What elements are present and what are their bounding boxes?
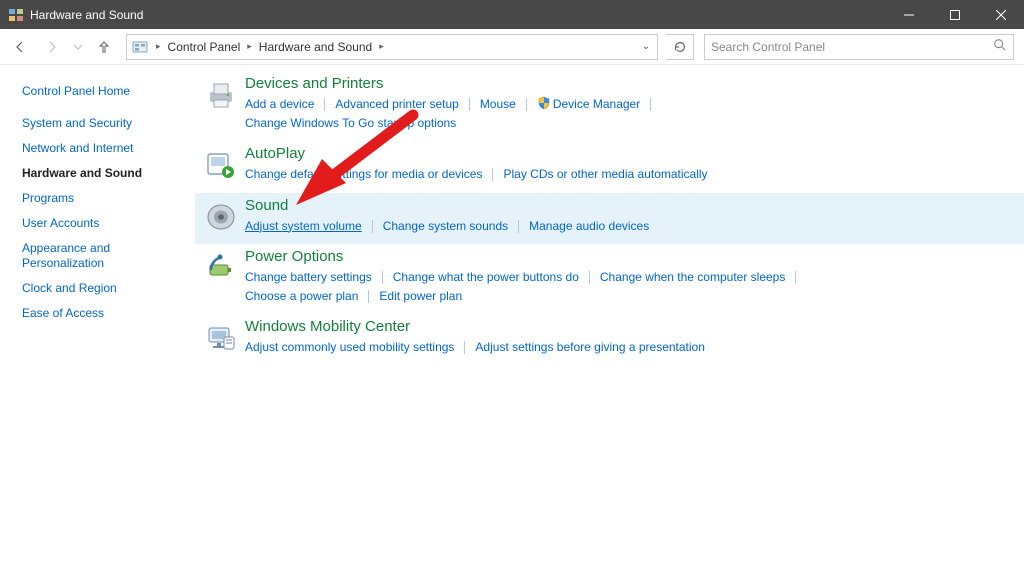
up-button[interactable]	[90, 33, 118, 61]
task-separator	[324, 98, 325, 111]
navbar: ▸ Control Panel ▸ Hardware and Sound ▸ ⌄	[0, 29, 1024, 65]
category-row: Devices and Printers Add a device Advanced…	[195, 71, 1024, 141]
refresh-button[interactable]	[666, 34, 694, 60]
category-title[interactable]: Power Options	[245, 248, 1014, 265]
task-link[interactable]: Device Manager	[537, 95, 640, 114]
task-link[interactable]: Change when the computer sleeps	[600, 268, 785, 287]
sidebar-home[interactable]: Control Panel Home	[22, 79, 185, 104]
task-separator	[492, 168, 493, 181]
sidebar-item[interactable]: Appearance and Personalization	[22, 236, 185, 276]
task-link[interactable]: Choose a power plan	[245, 287, 358, 306]
control-panel-icon	[8, 7, 24, 23]
main-panel: Devices and Printers Add a device Advanced…	[195, 65, 1024, 577]
forward-button[interactable]	[38, 33, 66, 61]
task-link[interactable]: Edit power plan	[379, 287, 462, 306]
address-dropdown-icon[interactable]: ⌄	[637, 41, 655, 52]
task-link[interactable]: Manage audio devices	[529, 217, 649, 236]
back-button[interactable]	[6, 33, 34, 61]
task-link[interactable]: Change what the power buttons do	[393, 268, 579, 287]
task-link[interactable]: Adjust system volume	[245, 217, 362, 236]
search-input[interactable]	[711, 40, 993, 54]
task-link[interactable]: Add a device	[245, 95, 314, 114]
task-separator	[518, 220, 519, 233]
titlebar: Hardware and Sound	[0, 0, 1024, 29]
breadcrumb-chevron[interactable]: ▸	[153, 35, 164, 59]
recent-locations-button[interactable]	[70, 33, 86, 61]
task-link[interactable]: Mouse	[480, 95, 516, 114]
category-row: Windows Mobility Center Adjust commonly u…	[195, 314, 1024, 365]
power-icon	[203, 250, 239, 286]
content-body: Control Panel Home System and SecurityNe…	[0, 65, 1024, 577]
sidebar-item[interactable]: Hardware and Sound	[22, 161, 185, 186]
category-tasks: Change default settings for media or dev…	[245, 165, 1014, 184]
sidebar-item[interactable]: Programs	[22, 186, 185, 211]
task-link[interactable]: Adjust commonly used mobility settings	[245, 338, 454, 357]
minimize-button[interactable]	[886, 0, 932, 29]
search-box[interactable]	[704, 34, 1014, 60]
task-link[interactable]: Change battery settings	[245, 268, 372, 287]
task-link[interactable]: Change Windows To Go startup options	[245, 114, 456, 133]
task-separator	[589, 271, 590, 284]
category-row: Power OptionsChange battery settingsChan…	[195, 244, 1024, 314]
task-separator	[795, 271, 796, 284]
category-title[interactable]: Windows Mobility Center	[245, 318, 1014, 335]
task-separator	[464, 341, 465, 354]
category-row: AutoPlay Change default settings for medi…	[195, 141, 1024, 192]
sidebar-item[interactable]: System and Security	[22, 111, 185, 136]
address-bar[interactable]: ▸ Control Panel ▸ Hardware and Sound ▸ ⌄	[126, 34, 658, 60]
task-link[interactable]: Adjust settings before giving a presenta…	[475, 338, 704, 357]
breadcrumb-current[interactable]: Hardware and Sound	[255, 35, 376, 59]
breadcrumb-chevron[interactable]: ▸	[376, 35, 387, 59]
breadcrumb-chevron[interactable]: ▸	[244, 35, 255, 59]
task-separator	[372, 220, 373, 233]
task-separator	[469, 98, 470, 111]
window-title: Hardware and Sound	[30, 8, 143, 22]
task-separator	[382, 271, 383, 284]
sidebar-item[interactable]: Network and Internet	[22, 136, 185, 161]
task-separator	[526, 98, 527, 111]
category-title[interactable]: Sound	[245, 197, 1014, 214]
sidebar-item[interactable]: Clock and Region	[22, 276, 185, 301]
category-row: Sound Adjust system volume Change system s…	[195, 193, 1024, 244]
category-tasks: Adjust system volume Change system sounds…	[245, 217, 1014, 236]
task-separator	[368, 290, 369, 303]
task-link[interactable]: Play CDs or other media automatically	[503, 165, 707, 184]
task-link[interactable]: Change system sounds	[383, 217, 508, 236]
search-icon	[993, 38, 1007, 55]
category-tasks: Add a device Advanced printer setup Mouse D…	[245, 95, 1014, 133]
breadcrumb-root[interactable]: Control Panel	[164, 35, 245, 59]
category-tasks: Change battery settings Change what the p…	[245, 268, 1014, 306]
printer-icon	[203, 77, 239, 113]
maximize-button[interactable]	[932, 0, 978, 29]
category-title[interactable]: AutoPlay	[245, 145, 1014, 162]
control-panel-address-icon	[131, 38, 149, 56]
category-title[interactable]: Devices and Printers	[245, 75, 1014, 92]
sidebar: Control Panel Home System and SecurityNe…	[0, 65, 195, 577]
autoplay-icon	[203, 147, 239, 183]
category-tasks: Adjust commonly used mobility settings Ad…	[245, 338, 1014, 357]
task-link[interactable]: Change default settings for media or dev…	[245, 165, 482, 184]
close-button[interactable]	[978, 0, 1024, 29]
mobility-icon	[203, 320, 239, 356]
task-separator	[650, 98, 651, 111]
speaker-icon	[203, 199, 239, 235]
task-link[interactable]: Advanced printer setup	[335, 95, 458, 114]
sidebar-item[interactable]: User Accounts	[22, 211, 185, 236]
sidebar-item[interactable]: Ease of Access	[22, 301, 185, 326]
